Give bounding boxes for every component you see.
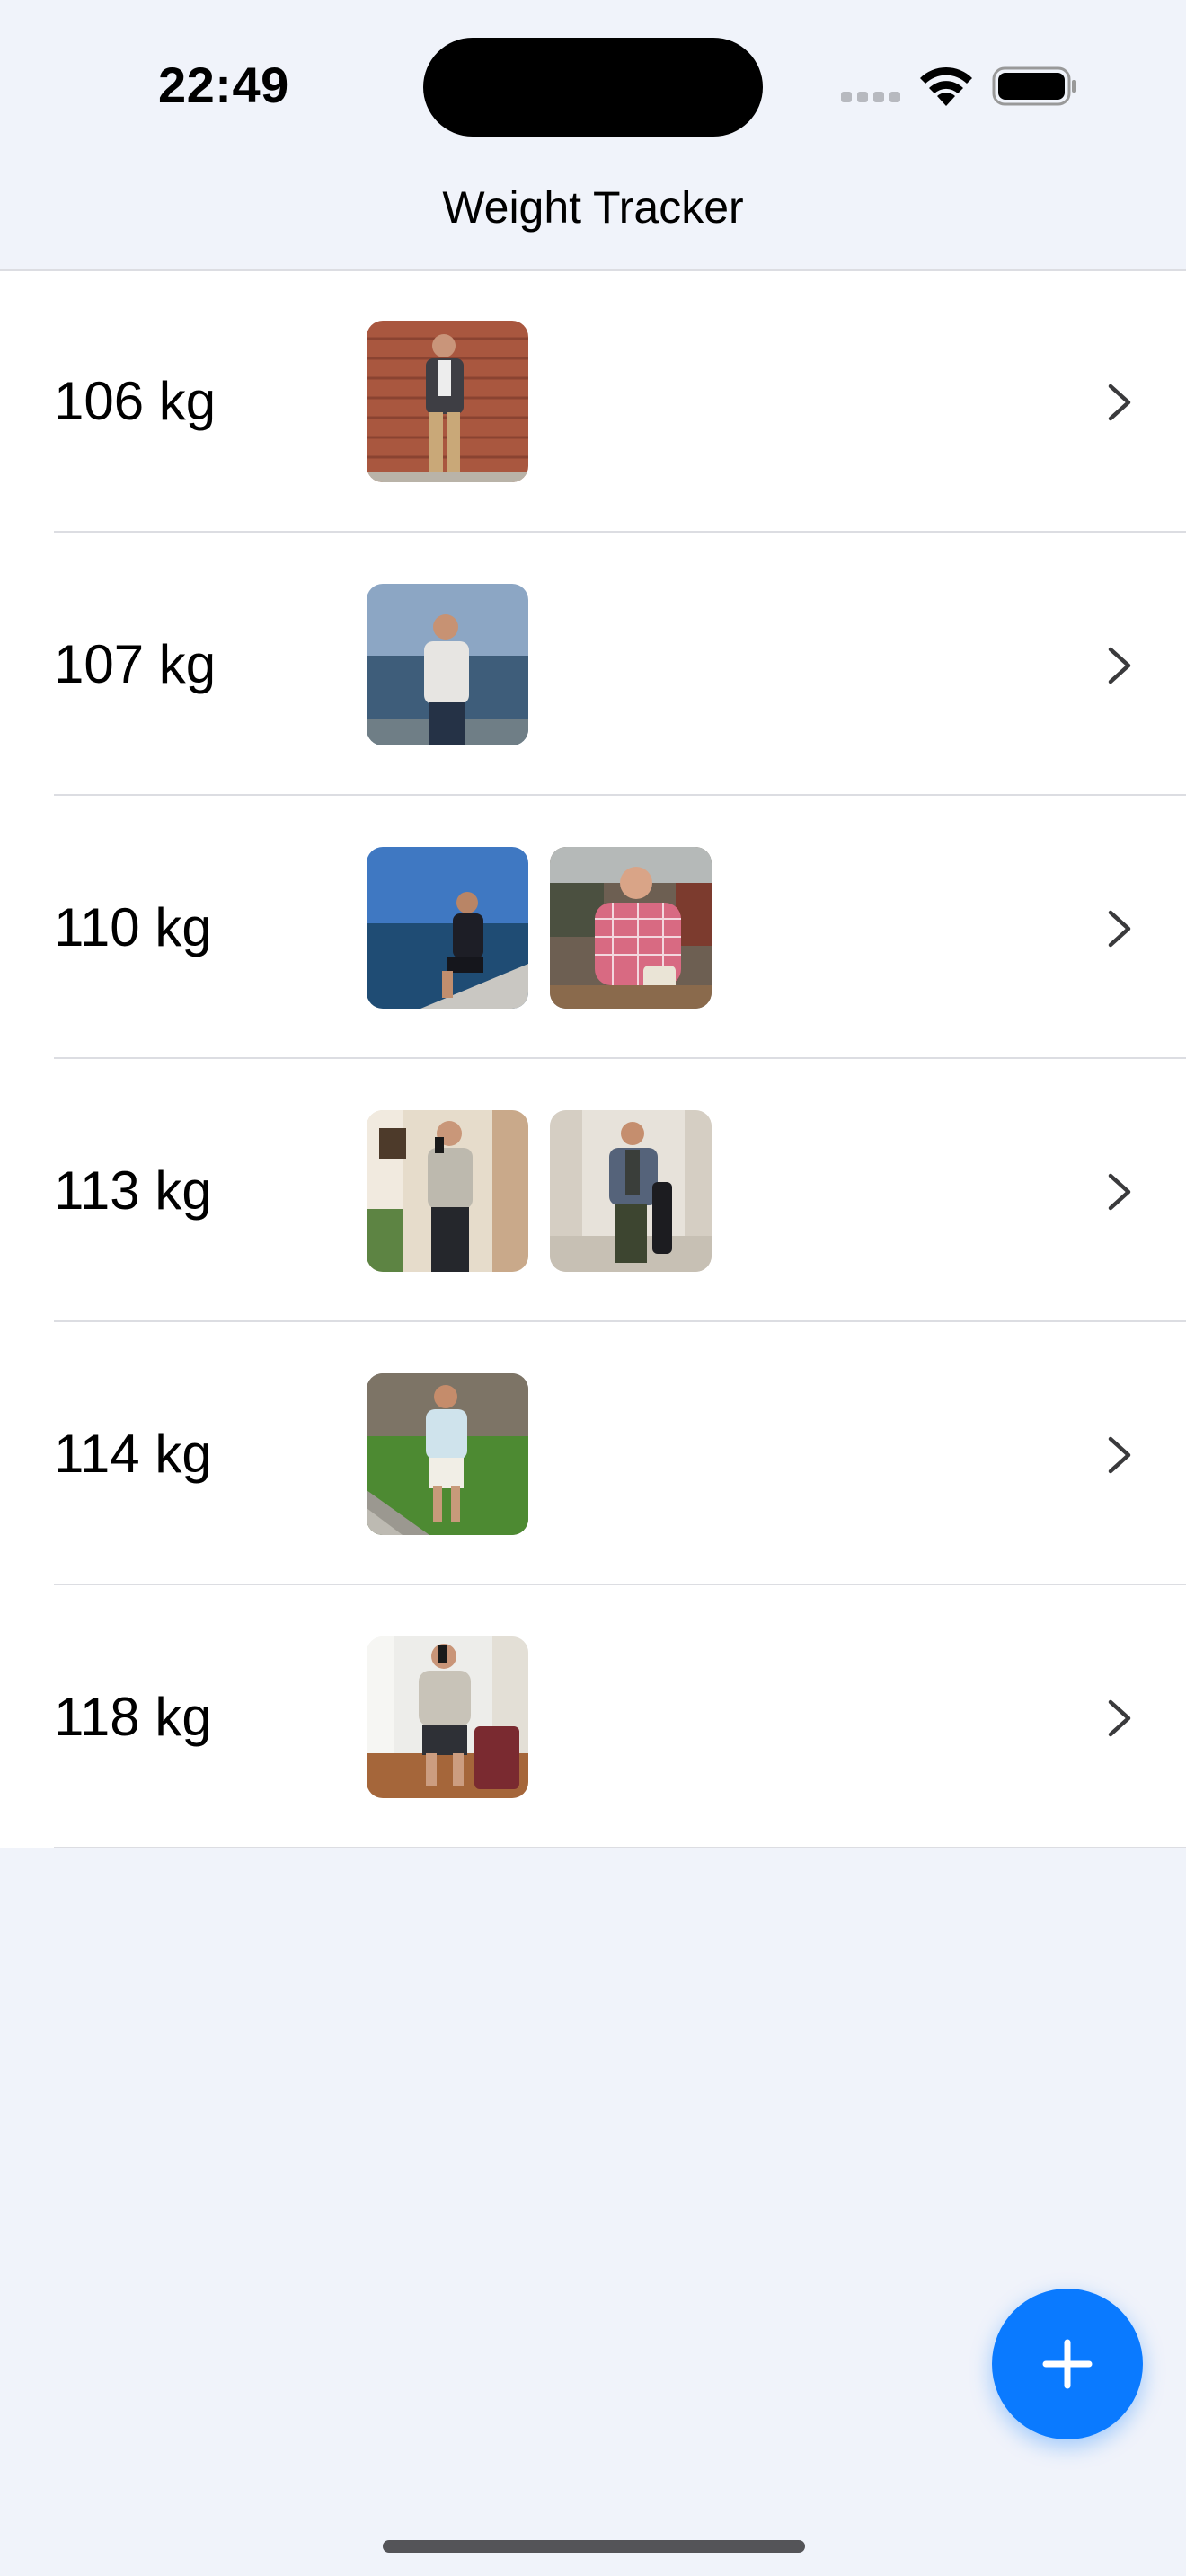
weight-label: 110 kg <box>54 897 212 957</box>
photo-thumbnail[interactable] <box>367 321 528 482</box>
chevron-right-icon <box>1108 1436 1131 1474</box>
plus-icon <box>1042 2339 1093 2389</box>
photo-thumbnail[interactable] <box>367 1373 528 1535</box>
photo-strip <box>367 1110 712 1272</box>
photo-thumbnail[interactable] <box>367 847 528 1009</box>
cellular-signal-icon <box>841 92 900 102</box>
dynamic-island <box>423 38 763 137</box>
weight-entry-row[interactable]: 110 kg <box>0 796 1186 1059</box>
weight-label: 106 kg <box>54 371 217 431</box>
weight-entry-row[interactable]: 118 kg <box>0 1585 1186 1848</box>
chevron-right-icon <box>1108 384 1131 421</box>
photo-strip <box>367 847 712 1009</box>
weight-entry-row[interactable]: 107 kg <box>0 533 1186 796</box>
weight-label: 107 kg <box>54 634 217 694</box>
add-entry-button[interactable] <box>992 2289 1143 2439</box>
photo-thumbnail[interactable] <box>550 847 712 1009</box>
weight-label: 114 kg <box>54 1424 212 1484</box>
chevron-right-icon <box>1108 1173 1131 1211</box>
chevron-right-icon <box>1108 1699 1131 1737</box>
photo-strip <box>367 1373 528 1535</box>
chevron-right-icon <box>1108 910 1131 948</box>
weight-entry-row[interactable]: 114 kg <box>0 1322 1186 1585</box>
weight-label: 118 kg <box>54 1687 212 1747</box>
weight-entry-row[interactable]: 106 kg <box>0 269 1186 533</box>
weight-label: 113 kg <box>54 1160 212 1221</box>
weight-entry-row[interactable]: 113 kg <box>0 1059 1186 1322</box>
wifi-icon <box>920 66 972 106</box>
home-indicator[interactable] <box>383 2540 805 2553</box>
nav-title: Weight Tracker <box>442 182 744 233</box>
weight-entry-list: 106 kg 107 kg 110 kg 113 kg 114 kg 118 k… <box>0 269 1186 1848</box>
status-time: 22:49 <box>158 57 289 113</box>
chevron-right-icon <box>1108 647 1131 684</box>
photo-strip <box>367 1636 528 1798</box>
battery-icon <box>992 66 1076 106</box>
photo-strip <box>367 584 528 745</box>
photo-thumbnail[interactable] <box>367 584 528 745</box>
photo-thumbnail[interactable] <box>367 1110 528 1272</box>
photo-thumbnail[interactable] <box>367 1636 528 1798</box>
photo-thumbnail[interactable] <box>550 1110 712 1272</box>
photo-strip <box>367 321 528 482</box>
